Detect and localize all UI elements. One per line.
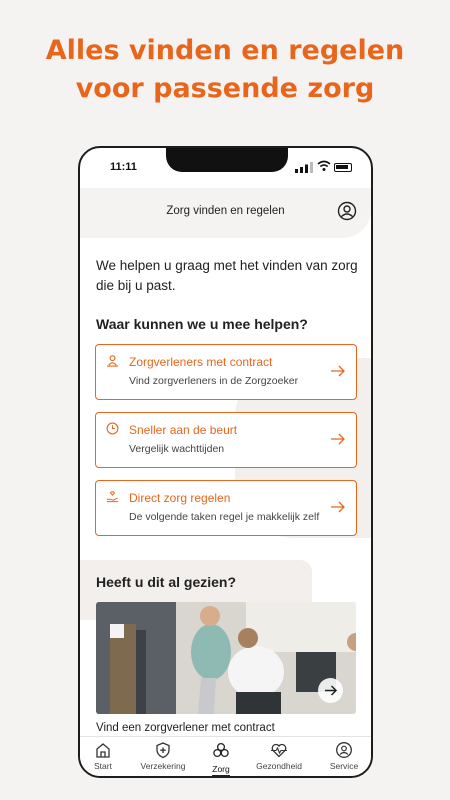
promo-line-2: voor passende zorg <box>75 73 375 104</box>
intro-text: We helpen u graag met het vinden van zor… <box>96 258 358 293</box>
photo-caption: Vind een zorgverlener met contract <box>96 722 275 734</box>
card-subtitle: Vind zorgverleners in de Zorgzoeker <box>129 375 299 387</box>
card-title: Sneller aan de beurt <box>129 423 238 437</box>
shield-plus-icon <box>156 742 170 759</box>
service-icon <box>336 742 352 758</box>
battery-icon <box>334 163 352 172</box>
wifi-icon <box>317 160 331 171</box>
hand-care-icon <box>106 491 119 503</box>
arrow-right-icon <box>331 433 345 445</box>
bottom-tab-bar: Start Verzekering Zorg Gezondheid Servic… <box>80 736 371 776</box>
card-zorgverleners[interactable]: Zorgverleners met contract Vind zorgverl… <box>95 344 357 400</box>
tab-service[interactable]: Service <box>315 741 371 771</box>
card-subtitle: Vergelijk wachttijden <box>129 443 225 455</box>
tab-zorg[interactable]: Zorg <box>192 741 250 776</box>
physio-photo[interactable] <box>96 602 356 714</box>
phone-notch <box>166 148 288 172</box>
promo-heading: Alles vinden en regelen voor passende zo… <box>0 32 450 108</box>
tab-label: Start <box>94 761 112 771</box>
signal-icon <box>295 162 313 173</box>
tab-label: Service <box>329 761 359 771</box>
help-heading: Waar kunnen we u mee helpen? <box>96 316 308 332</box>
card-title: Direct zorg regelen <box>129 491 231 505</box>
home-icon <box>96 743 110 758</box>
pills-icon <box>213 742 229 758</box>
promo-line-1: Alles vinden en regelen <box>45 35 405 66</box>
phone-frame: 11:11 Zorg vinden en regelen We helpen u… <box>78 146 373 778</box>
card-direct-regelen[interactable]: Direct zorg regelen De volgende taken re… <box>95 480 357 536</box>
user-circle-icon[interactable] <box>337 201 357 221</box>
carousel-next-button[interactable] <box>318 678 343 703</box>
seen-heading: Heeft u dit al gezien? <box>96 574 237 590</box>
card-subtitle: De volgende taken regel je makkelijk zel… <box>129 511 320 523</box>
card-title: Zorgverleners met contract <box>129 355 273 369</box>
tab-start[interactable]: Start <box>80 741 132 771</box>
tab-verzekering[interactable]: Verzekering <box>134 741 192 771</box>
page-title: Zorg vinden en regelen <box>166 205 285 217</box>
heartbeat-icon <box>271 743 287 758</box>
arrow-right-icon <box>331 365 345 377</box>
location-person-icon <box>106 355 119 367</box>
card-sneller[interactable]: Sneller aan de beurt Vergelijk wachttijd… <box>95 412 357 468</box>
physio-illustration <box>96 602 356 714</box>
tab-gezondheid[interactable]: Gezondheid <box>250 741 308 771</box>
tab-label: Zorg <box>212 764 230 776</box>
tab-label: Verzekering <box>140 761 186 771</box>
arrow-right-icon <box>325 685 338 696</box>
clock-icon <box>106 422 119 435</box>
arrow-right-icon <box>331 501 345 513</box>
status-time: 11:11 <box>110 161 137 173</box>
tab-label: Gezondheid <box>256 761 302 771</box>
